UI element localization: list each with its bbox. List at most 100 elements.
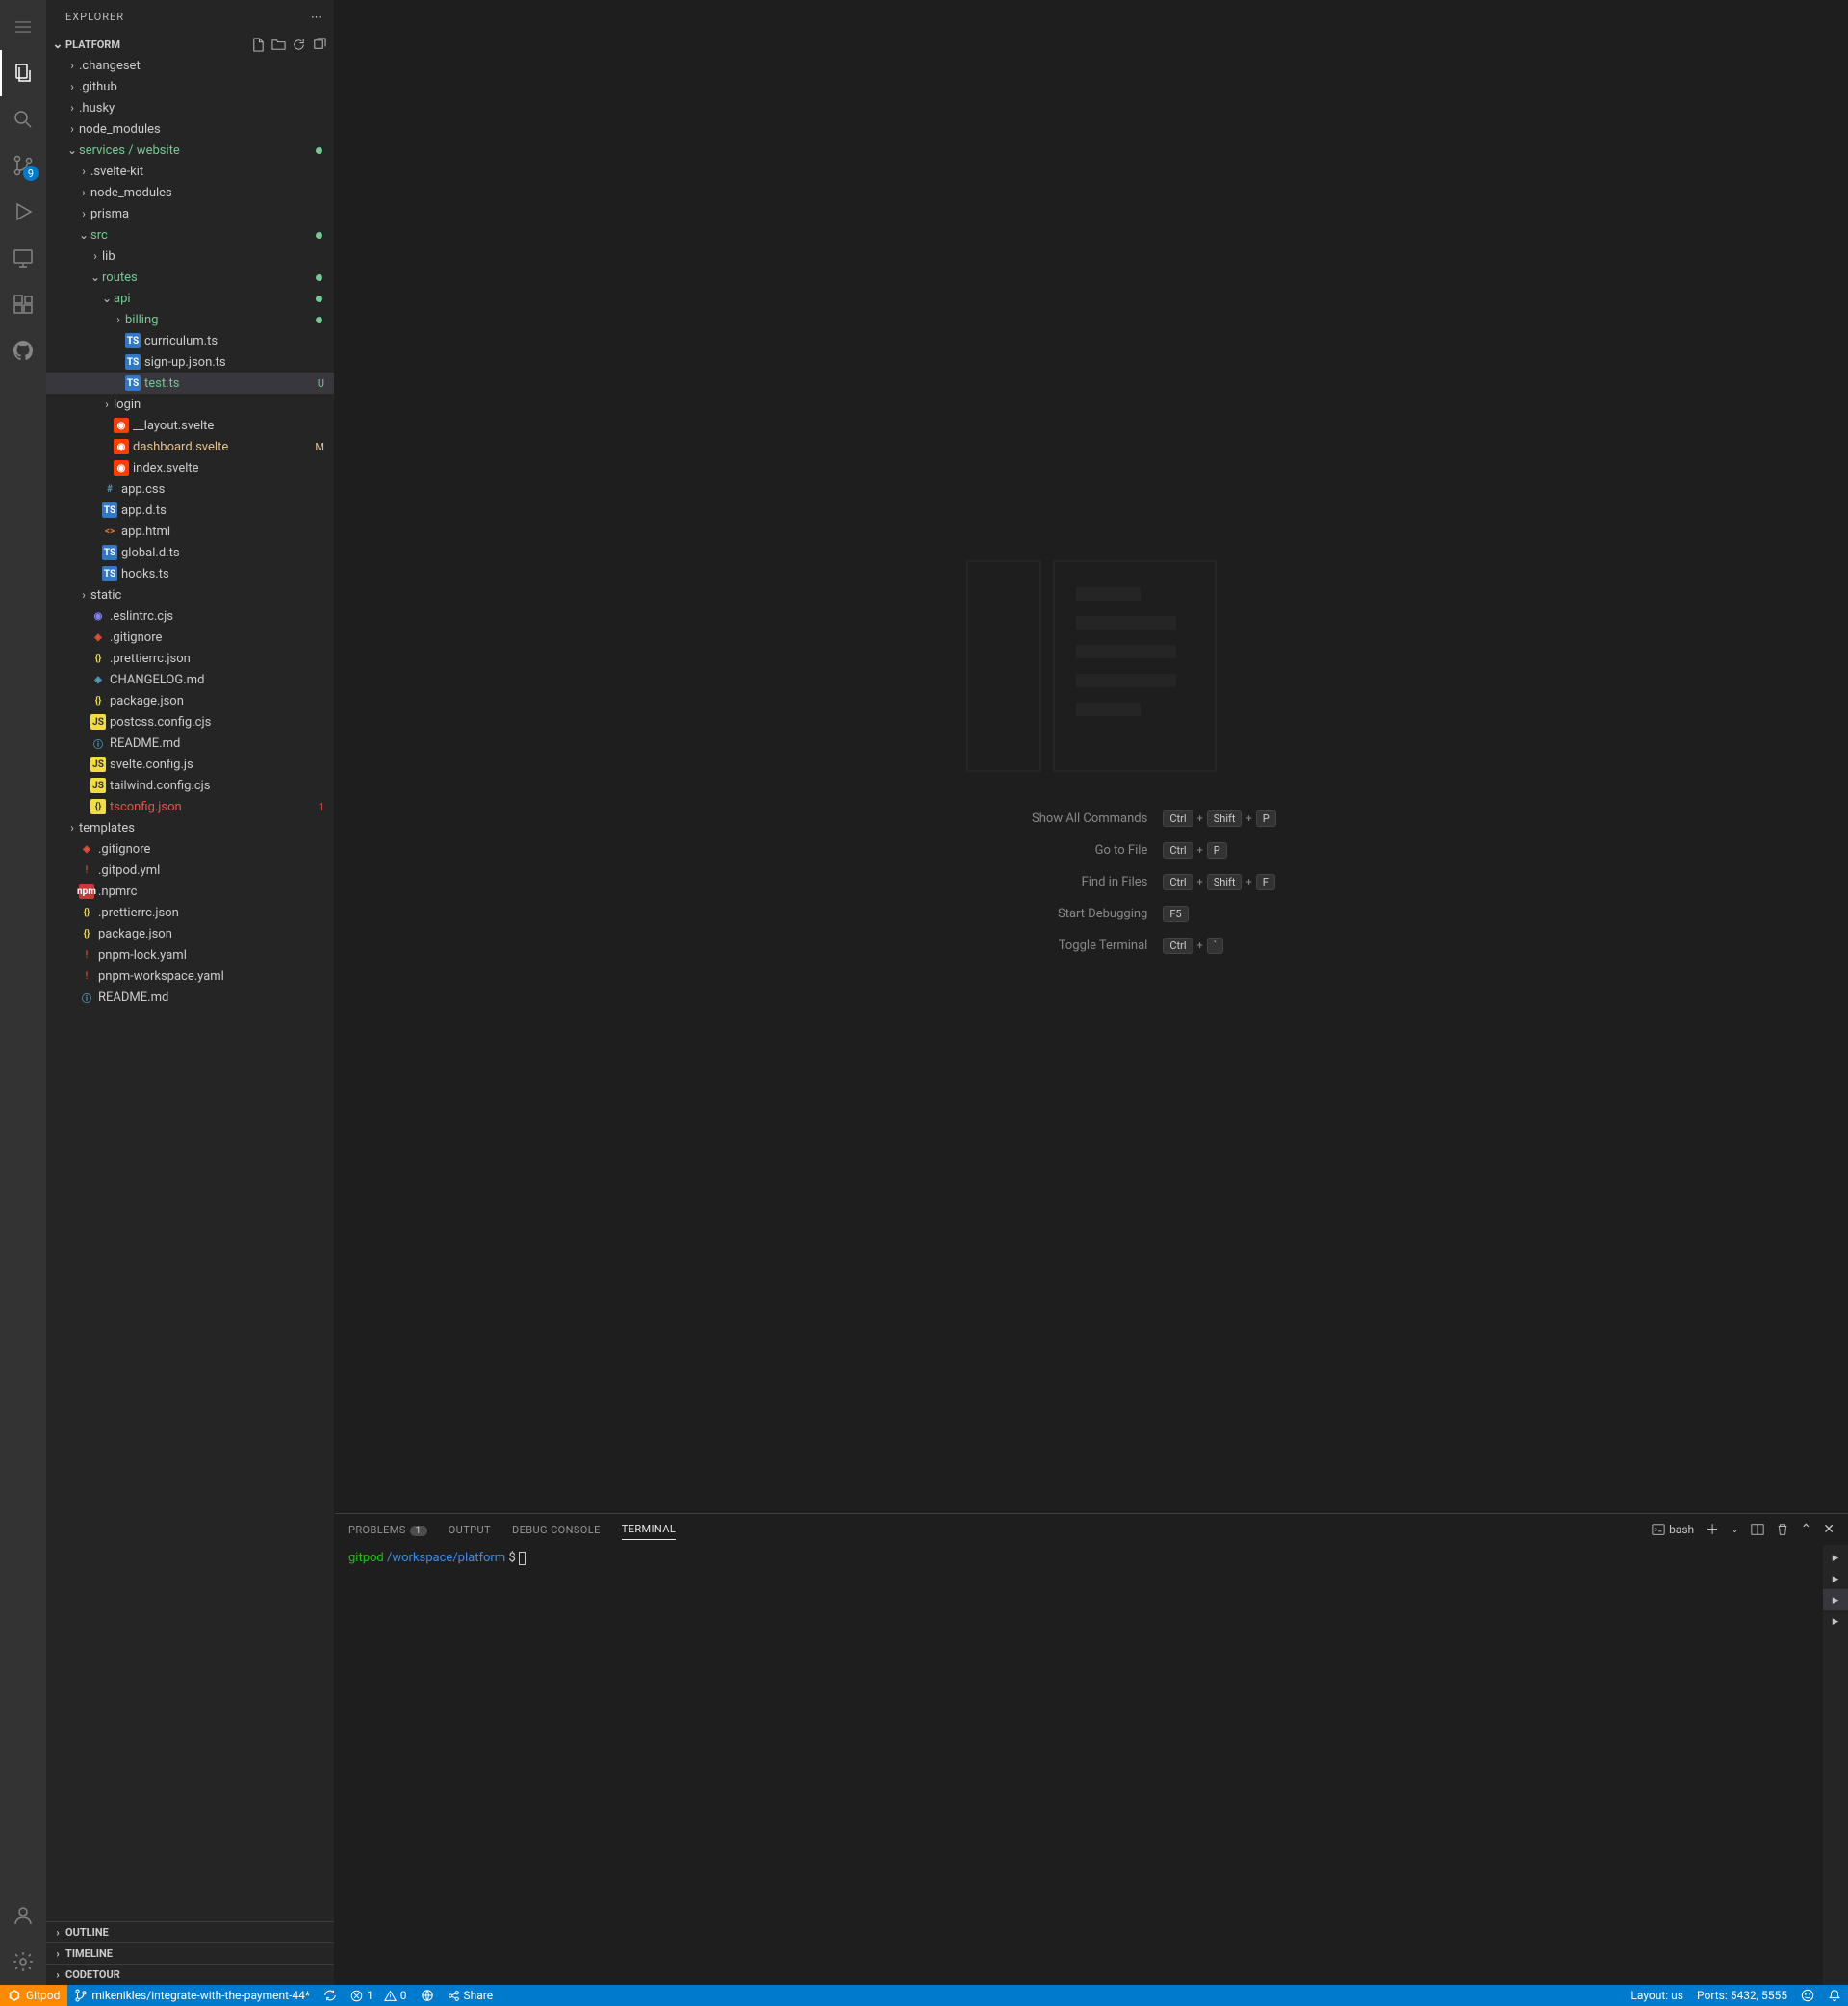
new-folder-icon[interactable] [271, 38, 286, 52]
accounts-icon[interactable] [0, 1892, 46, 1939]
tree-item-label: billing [125, 313, 158, 327]
folder-item[interactable]: ›billing [46, 309, 334, 330]
sidebar-section-timeline[interactable]: ›TIMELINE [46, 1942, 334, 1964]
sidebar-section-codetour[interactable]: ›CODETOUR [46, 1964, 334, 1985]
file-item[interactable]: TShooks.ts [46, 563, 334, 584]
tree-item-label: .prettierrc.json [98, 906, 179, 920]
settings-gear-icon[interactable] [0, 1939, 46, 1985]
ports-forward-icon-status[interactable] [414, 1985, 441, 2006]
file-item[interactable]: {}package.json [46, 690, 334, 711]
folder-item[interactable]: ›.changeset [46, 55, 334, 76]
file-item[interactable]: ◉dashboard.svelteM [46, 436, 334, 457]
terminal-group-4[interactable]: ▸ [1823, 1610, 1848, 1632]
run-debug-icon[interactable] [0, 189, 46, 235]
layout-status[interactable]: Layout: us [1624, 1985, 1690, 2006]
explorer-section-header[interactable]: ⌄ PLATFORM [46, 34, 334, 55]
file-item[interactable]: TScurriculum.ts [46, 330, 334, 351]
terminal-group-2[interactable]: ▸ [1823, 1568, 1848, 1589]
folder-item[interactable]: ›node_modules [46, 182, 334, 203]
folder-item[interactable]: ›login [46, 394, 334, 415]
notifications-icon[interactable] [1821, 1985, 1848, 2006]
extensions-icon[interactable] [0, 281, 46, 327]
tree-item-label: sign-up.json.ts [144, 355, 226, 370]
file-item[interactable]: ◉index.svelte [46, 457, 334, 478]
file-item[interactable]: !pnpm-workspace.yaml [46, 965, 334, 987]
file-item[interactable]: {}tsconfig.json1 [46, 796, 334, 817]
terminal-name[interactable]: bash [1652, 1523, 1694, 1536]
github-icon[interactable] [0, 327, 46, 373]
file-item[interactable]: TStest.tsU [46, 373, 334, 394]
folder-item[interactable]: ⌄services / website [46, 140, 334, 161]
tree-item-label: README.md [110, 736, 180, 751]
file-item[interactable]: JSpostcss.config.cjs [46, 711, 334, 733]
file-item[interactable]: {}package.json [46, 923, 334, 944]
file-item[interactable]: ◉__layout.svelte [46, 415, 334, 436]
folder-item[interactable]: ›static [46, 584, 334, 605]
share-status[interactable]: Share [441, 1985, 500, 2006]
folder-item[interactable]: ›node_modules [46, 118, 334, 140]
panel-tab-output[interactable]: OUTPUT [449, 1520, 491, 1540]
refresh-icon[interactable] [292, 38, 306, 52]
file-item[interactable]: ⓘREADME.md [46, 733, 334, 754]
file-item[interactable]: {}.prettierrc.json [46, 648, 334, 669]
file-item[interactable]: JSsvelte.config.js [46, 754, 334, 775]
panel-tab-terminal[interactable]: TERMINAL [622, 1519, 676, 1540]
tree-item-label: .npmrc [98, 885, 137, 899]
tree-item-label: lib [102, 249, 116, 264]
terminal-group-1[interactable]: ▸ [1823, 1547, 1848, 1568]
ports-status[interactable]: Ports: 5432, 5555 [1690, 1985, 1794, 2006]
folder-item[interactable]: ›templates [46, 817, 334, 838]
source-control-icon[interactable]: 9 [0, 142, 46, 189]
remote-explorer-icon[interactable] [0, 235, 46, 281]
collapse-all-icon[interactable] [312, 38, 326, 52]
tree-item-label: .svelte-kit [90, 165, 143, 179]
sidebar-section-outline[interactable]: ›OUTLINE [46, 1921, 334, 1942]
prompt-host: gitpod [348, 1551, 384, 1565]
file-tree[interactable]: ›.changeset›.github›.husky›node_modules⌄… [46, 55, 334, 1921]
kill-terminal-icon[interactable] [1776, 1523, 1789, 1536]
folder-item[interactable]: ›prisma [46, 203, 334, 224]
file-item[interactable]: ◈CHANGELOG.md [46, 669, 334, 690]
file-item[interactable]: JStailwind.config.cjs [46, 775, 334, 796]
folder-item[interactable]: ›lib [46, 245, 334, 267]
file-item[interactable]: TSapp.d.ts [46, 500, 334, 521]
folder-item[interactable]: ›.github [46, 76, 334, 97]
terminal-group-3[interactable]: ▸ [1823, 1589, 1848, 1610]
search-icon[interactable] [0, 96, 46, 142]
file-item[interactable]: !.gitpod.yml [46, 860, 334, 881]
file-item[interactable]: <>app.html [46, 521, 334, 542]
panel-tab-debug-console[interactable]: DEBUG CONSOLE [512, 1520, 601, 1540]
sidebar-more-icon[interactable]: ⋯ [307, 9, 326, 25]
file-item[interactable]: #app.css [46, 478, 334, 500]
close-panel-icon[interactable]: ✕ [1823, 1522, 1835, 1537]
maximize-panel-icon[interactable]: ⌃ [1801, 1522, 1812, 1537]
panel-tab-problems[interactable]: PROBLEMS1 [348, 1520, 427, 1540]
git-branch-status[interactable]: mikenikles/integrate-with-the-payment-44… [67, 1985, 317, 2006]
problems-status[interactable]: 1 0 [344, 1985, 413, 2006]
file-item[interactable]: !pnpm-lock.yaml [46, 944, 334, 965]
folder-item[interactable]: ⌄api [46, 288, 334, 309]
file-item[interactable]: ⓘREADME.md [46, 987, 334, 1008]
explorer-icon[interactable] [0, 50, 46, 96]
folder-item[interactable]: ›.svelte-kit [46, 161, 334, 182]
file-item[interactable]: ◈.gitignore [46, 838, 334, 860]
file-item[interactable]: npm.npmrc [46, 881, 334, 902]
folder-item[interactable]: ⌄routes [46, 267, 334, 288]
feedback-icon[interactable] [1794, 1985, 1821, 2006]
file-item[interactable]: TSglobal.d.ts [46, 542, 334, 563]
sync-status[interactable] [317, 1985, 344, 2006]
terminal-dropdown-icon[interactable]: ⌄ [1731, 1525, 1738, 1535]
menu-button[interactable] [0, 4, 46, 50]
file-item[interactable]: TSsign-up.json.ts [46, 351, 334, 373]
terminal-body[interactable]: gitpod /workspace/platform $ ▸ ▸ ▸ ▸ [335, 1545, 1848, 1985]
folder-item[interactable]: ⌄src [46, 224, 334, 245]
folder-item[interactable]: ›.husky [46, 97, 334, 118]
file-icon-js: JS [90, 714, 106, 730]
new-file-icon[interactable] [251, 38, 266, 52]
file-item[interactable]: ◈.gitignore [46, 627, 334, 648]
split-terminal-icon[interactable] [1751, 1523, 1764, 1536]
file-item[interactable]: ◉.eslintrc.cjs [46, 605, 334, 627]
new-terminal-icon[interactable]: ＋ [1706, 1520, 1719, 1539]
gitpod-status[interactable]: Gitpod [0, 1985, 67, 2006]
file-item[interactable]: {}.prettierrc.json [46, 902, 334, 923]
